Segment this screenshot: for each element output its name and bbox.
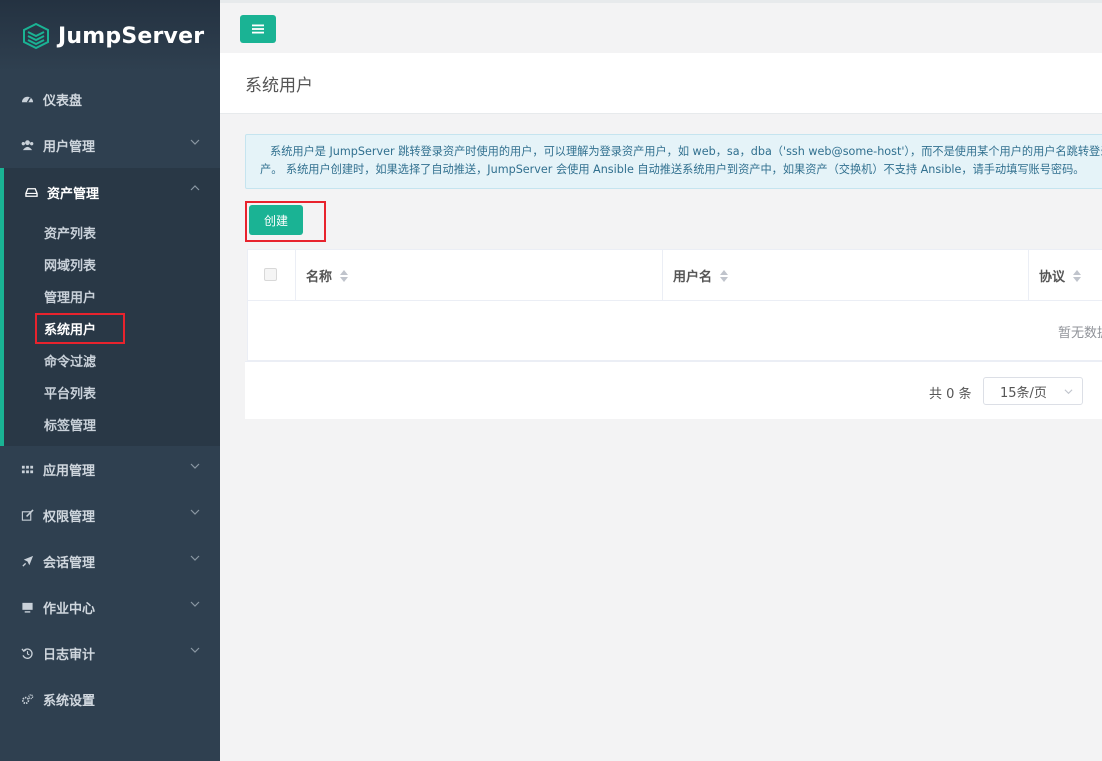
info-alert: 系统用户是 JumpServer 跳转登录资产时使用的用户，可以理解为登录资产用… — [245, 134, 1102, 189]
sort-icon — [340, 269, 349, 282]
sub-item-label: 标签管理 — [44, 418, 97, 434]
nav-asset-management-group: 资产管理 资产列表 网域列表 管理用户 系统用户 命令过滤 平台列表 标签管理 — [0, 168, 220, 446]
nav-dashboard[interactable]: 仪表盘 — [0, 76, 220, 122]
column-divider — [295, 250, 296, 301]
column-header-label: 名称 — [306, 270, 333, 285]
users-icon — [20, 138, 34, 152]
nav-system-settings-label: 系统设置 — [43, 693, 96, 709]
chevron-down-icon — [190, 139, 200, 145]
nav-system-settings[interactable]: 系统设置 — [0, 676, 220, 722]
alert-line-1: 系统用户是 JumpServer 跳转登录资产时使用的用户，可以理解为登录资产用… — [270, 145, 1102, 158]
sidebar: JumpServer 仪表盘 用户管理 资产管理 资产列表 网域列表 管理用户 … — [0, 0, 220, 761]
page-title: 系统用户 — [245, 75, 313, 96]
menu-toggle-button[interactable] — [240, 15, 276, 43]
hdd-icon — [24, 185, 38, 199]
sub-item-label: 命令过滤 — [44, 354, 97, 370]
nav-session-management-label: 会话管理 — [43, 555, 96, 571]
column-divider — [662, 250, 663, 301]
chevron-down-icon — [1064, 389, 1073, 395]
create-button[interactable]: 创建 — [249, 205, 303, 235]
total-count: 共 0 条 — [929, 387, 972, 402]
top-bar — [220, 0, 1102, 53]
sub-item-asset-list[interactable]: 资产列表 — [4, 216, 220, 248]
sub-item-label: 平台列表 — [44, 386, 97, 402]
sort-icon — [720, 269, 729, 282]
nav-job-center[interactable]: 作业中心 — [0, 584, 220, 630]
highlight-box: 创建 — [245, 201, 326, 242]
sub-item-label: 资产列表 — [44, 226, 97, 242]
sub-item-command-filter[interactable]: 命令过滤 — [4, 344, 220, 376]
sub-item-domain-list[interactable]: 网域列表 — [4, 248, 220, 280]
content: 系统用户是 JumpServer 跳转登录资产时使用的用户，可以理解为登录资产用… — [220, 114, 1102, 419]
chevron-down-icon — [190, 555, 200, 561]
grid-icon — [20, 462, 34, 476]
select-all-checkbox[interactable] — [264, 268, 277, 281]
main-area: 系统用户 系统用户是 JumpServer 跳转登录资产时使用的用户，可以理解为… — [220, 0, 1102, 761]
nav-user-management-label: 用户管理 — [43, 139, 96, 155]
column-header-label: 协议 — [1039, 270, 1066, 285]
table-header: 名称 用户名 协议 — [248, 250, 1102, 301]
page-size-value: 15条/页 — [1000, 385, 1047, 401]
sub-item-system-user[interactable]: 系统用户 — [4, 312, 220, 344]
pagination: 共 0 条 15条/页 — [245, 361, 1102, 419]
sub-item-label: 管理用户 — [44, 290, 97, 306]
column-header-label: 用户名 — [673, 270, 713, 285]
data-table: 名称 用户名 协议 暂无数据 — [247, 249, 1102, 361]
sub-item-label-management[interactable]: 标签管理 — [4, 408, 220, 440]
logo-text: JumpServer — [58, 23, 205, 49]
nav-permission-management[interactable]: 权限管理 — [0, 492, 220, 538]
chevron-down-icon — [190, 647, 200, 653]
column-header-username[interactable]: 用户名 — [673, 250, 729, 301]
nav-permission-management-label: 权限管理 — [43, 509, 96, 525]
nav-application-management[interactable]: 应用管理 — [0, 446, 220, 492]
chevron-down-icon — [190, 601, 200, 607]
alert-line-2: 产。 系统用户创建时，如果选择了自动推送，JumpServer 会使用 Ansi… — [260, 163, 1085, 176]
rocket-icon — [20, 554, 34, 568]
nav-asset-management[interactable]: 资产管理 — [4, 168, 220, 216]
sub-item-admin-user[interactable]: 管理用户 — [4, 280, 220, 312]
gears-icon — [20, 692, 34, 706]
sort-icon — [1073, 269, 1082, 282]
chevron-up-icon — [190, 185, 200, 191]
sub-item-label: 系统用户 — [44, 322, 97, 338]
nav-asset-management-label: 资产管理 — [47, 186, 100, 202]
empty-text: 暂无数据 — [1057, 326, 1102, 341]
column-header-name[interactable]: 名称 — [306, 250, 349, 301]
nav-log-audit-label: 日志审计 — [43, 647, 96, 663]
page-heading: 系统用户 — [220, 53, 1102, 114]
column-header-protocol[interactable]: 协议 — [1039, 250, 1082, 301]
hamburger-icon — [252, 24, 264, 34]
nav-application-management-label: 应用管理 — [43, 463, 96, 479]
history-icon — [20, 646, 34, 660]
nav-log-audit[interactable]: 日志审计 — [0, 630, 220, 676]
sub-item-platform-list[interactable]: 平台列表 — [4, 376, 220, 408]
chevron-down-icon — [190, 509, 200, 515]
column-divider — [1028, 250, 1029, 301]
logo[interactable]: JumpServer — [0, 0, 220, 72]
nav-user-management[interactable]: 用户管理 — [0, 122, 220, 168]
page-size-select[interactable]: 15条/页 — [983, 377, 1083, 405]
desktop-icon — [20, 600, 34, 614]
nav-dashboard-label: 仪表盘 — [43, 93, 83, 109]
jumpserver-logo-icon — [23, 22, 49, 50]
chevron-down-icon — [190, 463, 200, 469]
dashboard-icon — [20, 92, 34, 106]
sub-item-label: 网域列表 — [44, 258, 97, 274]
edit-icon — [20, 508, 34, 522]
nav-job-center-label: 作业中心 — [43, 601, 96, 617]
nav-session-management[interactable]: 会话管理 — [0, 538, 220, 584]
